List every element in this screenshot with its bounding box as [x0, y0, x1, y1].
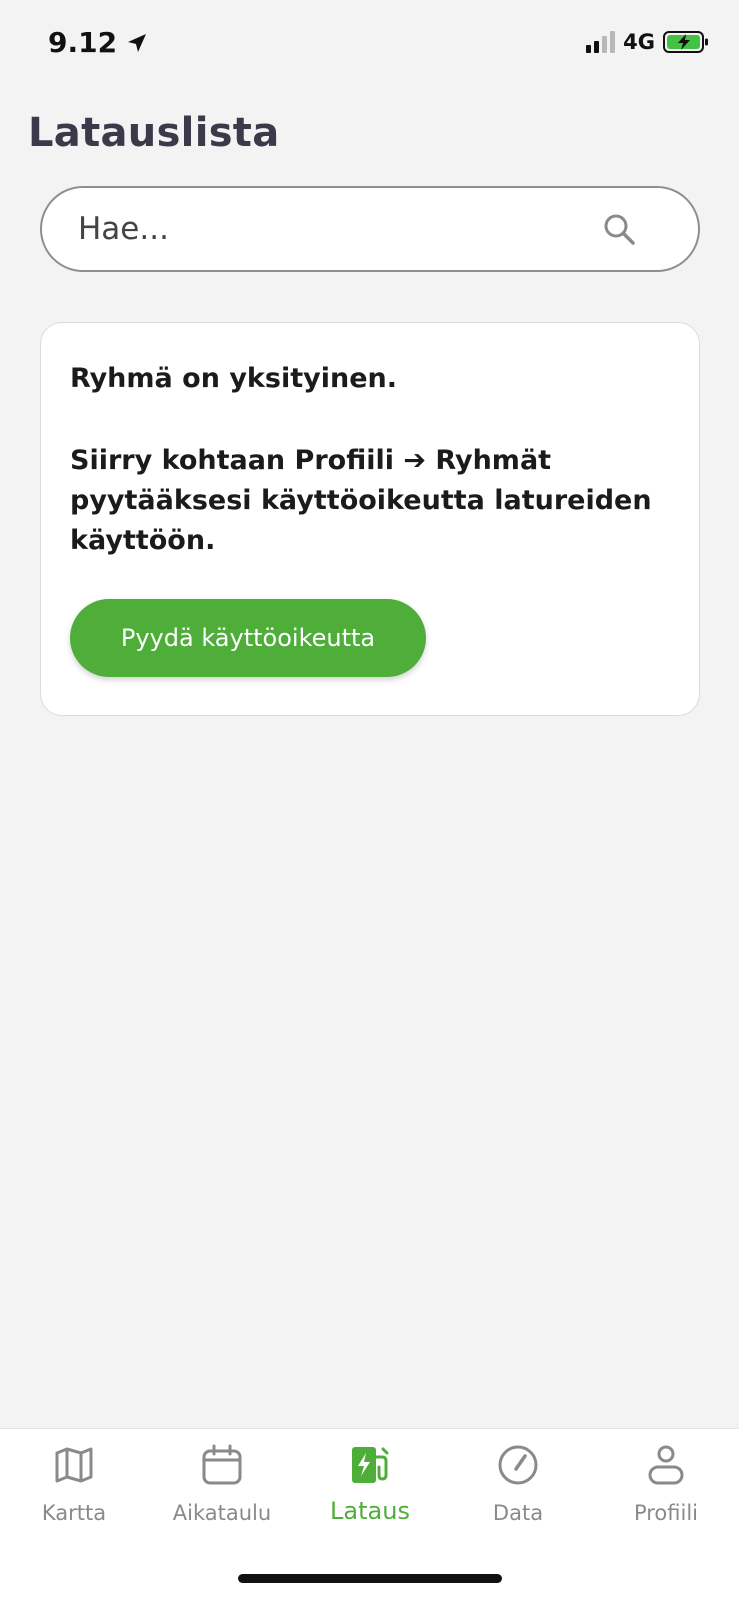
speedometer-icon — [498, 1445, 538, 1485]
status-time-text: 9.12 — [48, 26, 118, 59]
tab-aikataulu[interactable]: Aikataulu — [148, 1443, 296, 1543]
tab-label: Profiili — [633, 1501, 699, 1525]
status-bar: 9.12 4G — [0, 0, 739, 90]
calendar-icon — [202, 1444, 242, 1485]
tab-kartta[interactable]: Kartta — [0, 1443, 148, 1543]
tab-profiili[interactable]: Profiili — [592, 1443, 739, 1543]
battery-charging-icon — [663, 30, 709, 54]
map-icon — [55, 1447, 93, 1483]
search-bar[interactable] — [40, 186, 700, 272]
location-arrow-icon — [128, 33, 147, 52]
home-indicator — [238, 1574, 502, 1583]
notice-title: Ryhmä on yksityinen. — [70, 363, 397, 394]
private-group-notice-card: Ryhmä on yksityinen. Siirry kohtaan Prof… — [40, 322, 700, 716]
search-input[interactable] — [78, 211, 598, 247]
status-time: 9.12 — [48, 26, 149, 59]
tab-label: Kartta — [41, 1501, 107, 1525]
tab-label: Aikataulu — [172, 1501, 272, 1525]
network-label: 4G — [623, 30, 655, 54]
tab-data[interactable]: Data — [444, 1443, 592, 1543]
request-access-button[interactable]: Pyydä käyttöoikeutta — [70, 599, 426, 677]
status-indicators: 4G — [586, 30, 709, 54]
tab-label: Data — [492, 1501, 544, 1525]
notice-body: Siirry kohtaan Profiili ➔ Ryhmät pyytääk… — [70, 445, 652, 556]
tab-lataus[interactable]: Lataus — [296, 1443, 444, 1543]
tab-label: Lataus — [330, 1497, 410, 1525]
signal-icon — [586, 31, 616, 53]
user-icon — [648, 1445, 684, 1485]
ev-charger-icon — [352, 1447, 389, 1483]
search-icon[interactable] — [602, 212, 636, 246]
page-title: Latauslista — [28, 110, 280, 156]
